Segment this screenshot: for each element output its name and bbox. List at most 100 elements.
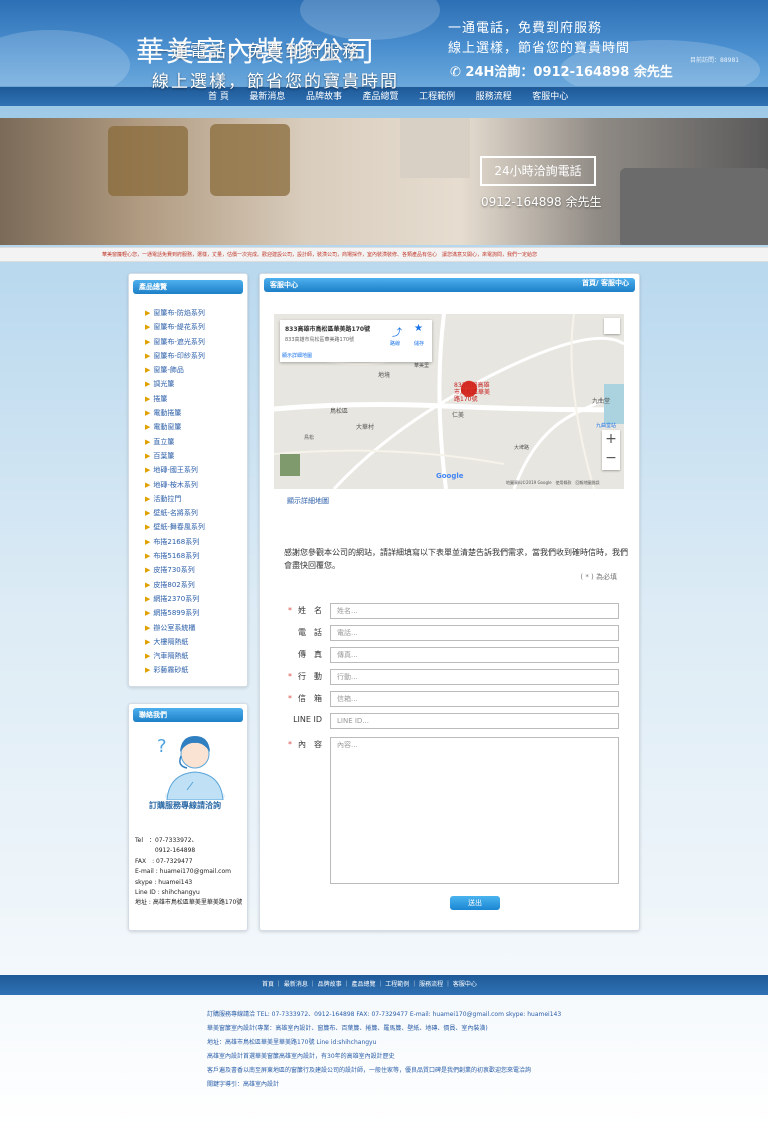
- product-category-item[interactable]: ▶ 窗簾布-印紗系列: [145, 349, 205, 363]
- product-category-label[interactable]: 百葉簾: [153, 452, 174, 460]
- product-category-label[interactable]: 窗簾布-印紗系列: [153, 352, 205, 360]
- save-label[interactable]: 儲存: [414, 340, 424, 347]
- product-category-item[interactable]: ▶ 窗簾布-緹花系列: [145, 320, 205, 334]
- product-category-item[interactable]: ▶ 捲簾: [145, 392, 205, 406]
- triangle-bullet-icon: ▶: [145, 609, 151, 618]
- product-category-label[interactable]: 布捲5168系列: [153, 552, 199, 560]
- google-map[interactable]: 833高雄市鳥松區華美路170號 833高雄市鳥松區華美路170號 ⤴ 路線 ★…: [274, 314, 624, 489]
- nav-projects[interactable]: 工程範例: [419, 87, 455, 107]
- product-category-label[interactable]: 大樓隔熱紙: [153, 638, 188, 646]
- product-category-label[interactable]: 地磚-桉木系列: [153, 481, 198, 489]
- product-category-item[interactable]: ▶ 窗簾布-遮光系列: [145, 335, 205, 349]
- product-category-item[interactable]: ▶ 地磚-桉木系列: [145, 478, 205, 492]
- triangle-bullet-icon: ▶: [145, 594, 151, 603]
- footer-nav-links[interactable]: 首頁 ｜ 最新消息 ｜ 品牌故事 ｜ 產品總覽 ｜ 工程範例 ｜ 服務流程 ｜ …: [262, 975, 477, 995]
- product-category-item[interactable]: ▶ 電動捲簾: [145, 406, 205, 420]
- product-category-label[interactable]: 皮捲730系列: [153, 566, 194, 574]
- product-category-label[interactable]: 窗簾布-緹花系列: [153, 323, 205, 331]
- zoom-in-icon[interactable]: +: [602, 430, 620, 449]
- line-id-input[interactable]: LINE ID...: [330, 713, 619, 729]
- fullscreen-icon[interactable]: [604, 318, 620, 334]
- product-category-label[interactable]: 汽車隔熱紙: [153, 652, 188, 660]
- phone-input[interactable]: 電話...: [330, 625, 619, 641]
- name-input[interactable]: 姓名...: [330, 603, 619, 619]
- banner-cabinet: [400, 118, 470, 178]
- product-category-item[interactable]: ▶ 網捲2370系列: [145, 592, 205, 606]
- header-slogan-1: 一通電話，免費到府服務: [448, 21, 603, 36]
- fax-input[interactable]: 傳真...: [330, 647, 619, 663]
- product-category-label[interactable]: 壁紙-名將系列: [153, 509, 198, 517]
- mobile-input[interactable]: 行動...: [330, 669, 619, 685]
- product-category-item[interactable]: ▶ 皮捲730系列: [145, 563, 205, 577]
- product-category-label[interactable]: 電動窗簾: [153, 423, 181, 431]
- product-category-label[interactable]: 辦公室系統櫃: [153, 624, 195, 632]
- fax-label-text: 傳 真: [298, 650, 322, 659]
- google-logo: Google: [436, 472, 464, 480]
- directions-label[interactable]: 路線: [390, 340, 400, 347]
- product-category-item[interactable]: ▶ 電動窗簾: [145, 420, 205, 434]
- product-category-label[interactable]: 活動拉門: [153, 495, 181, 503]
- product-category-label[interactable]: 捲簾: [153, 395, 167, 403]
- product-category-label[interactable]: 窗簾布-防焰系列: [153, 309, 205, 317]
- required-asterisk: *: [288, 606, 292, 615]
- triangle-bullet-icon: ▶: [145, 552, 151, 561]
- product-category-item[interactable]: ▶ 辦公室系統櫃: [145, 621, 205, 635]
- product-category-item[interactable]: ▶ 調光簾: [145, 377, 205, 391]
- breadcrumb[interactable]: 首頁/ 客服中心: [582, 276, 629, 290]
- banner-tagline-1: 一通電話，免費到府服務: [152, 42, 361, 62]
- zoom-control[interactable]: + −: [602, 430, 620, 470]
- product-category-label[interactable]: 壁紙-舞春風系列: [153, 523, 205, 531]
- larger-map-link[interactable]: 顯示詳細地圖: [282, 352, 312, 359]
- map-label: 鳥松: [304, 435, 315, 441]
- product-category-label[interactable]: 布捲2168系列: [153, 538, 199, 546]
- product-category-item[interactable]: ▶ 百葉簾: [145, 449, 205, 463]
- contact-info: Tel ：07-7333972、 0912-164898 FAX : 07-732…: [135, 836, 242, 909]
- triangle-bullet-icon: ▶: [145, 623, 151, 632]
- product-category-label[interactable]: 直立簾: [153, 438, 174, 446]
- product-category-label[interactable]: 窗簾-飾品: [153, 366, 184, 374]
- triangle-bullet-icon: ▶: [145, 451, 151, 460]
- product-category-item[interactable]: ▶ 大樓隔熱紙: [145, 635, 205, 649]
- save-star-icon[interactable]: ★: [414, 323, 423, 334]
- map-copyright[interactable]: 地圖資料©2019 Google 使用條款 回報地圖錯誤: [506, 480, 600, 486]
- service-center-title: 客服中心: [264, 278, 635, 292]
- product-category-label[interactable]: 電動捲簾: [153, 409, 181, 417]
- product-category-label[interactable]: 皮捲802系列: [153, 581, 194, 589]
- email-input[interactable]: 信箱...: [330, 691, 619, 707]
- directions-icon[interactable]: ⤴: [392, 324, 402, 339]
- product-category-label[interactable]: 彩藝霧砂紙: [153, 666, 188, 674]
- product-category-label[interactable]: 地磚-國王系列: [153, 466, 198, 474]
- triangle-bullet-icon: ▶: [145, 494, 151, 503]
- content-input[interactable]: 內容...: [330, 737, 619, 884]
- mobile-label-text: 行 動: [298, 672, 322, 681]
- product-category-item[interactable]: ▶ 彩藝霧砂紙: [145, 663, 205, 677]
- submit-button[interactable]: 送出: [450, 896, 500, 910]
- product-category-item[interactable]: ▶ 皮捲802系列: [145, 578, 205, 592]
- line-id-label: LINE ID: [276, 715, 322, 724]
- product-category-label[interactable]: 調光簾: [153, 380, 174, 388]
- nav-process[interactable]: 服務流程: [476, 87, 512, 107]
- product-category-item[interactable]: ▶ 窗簾布-防焰系列: [145, 306, 205, 320]
- nav-service[interactable]: 客服中心: [532, 87, 568, 107]
- product-category-item[interactable]: ▶ 活動拉門: [145, 492, 205, 506]
- product-category-label[interactable]: 窗簾布-遮光系列: [153, 338, 205, 346]
- product-category-item[interactable]: ▶ 壁紙-名將系列: [145, 506, 205, 520]
- product-category-item[interactable]: ▶ 直立簾: [145, 435, 205, 449]
- triangle-bullet-icon: ▶: [145, 509, 151, 518]
- show-detail-map-link[interactable]: 顯示詳細地圖: [287, 496, 329, 506]
- product-category-item[interactable]: ▶ 網捲5899系列: [145, 606, 205, 620]
- contact-panel: 聯絡我們 ? 訂購服務專線請洽詢 Tel ：07-7333972、 0912-1…: [128, 703, 248, 931]
- visit-counter: 目前訪問：88981: [690, 57, 740, 64]
- contact-info-line: 地址 : 高雄市鳥松區華美里華美路170號: [135, 899, 243, 907]
- zoom-out-icon[interactable]: −: [602, 449, 620, 468]
- product-category-item[interactable]: ▶ 布捲2168系列: [145, 535, 205, 549]
- product-category-item[interactable]: ▶ 汽車隔熱紙: [145, 649, 205, 663]
- product-category-label[interactable]: 網捲2370系列: [153, 595, 199, 603]
- product-category-item[interactable]: ▶ 布捲5168系列: [145, 549, 205, 563]
- map-label: 鳥松區: [330, 408, 349, 415]
- map-label: 九曲堂: [592, 398, 611, 405]
- product-category-item[interactable]: ▶ 壁紙-舞春風系列: [145, 520, 205, 534]
- product-category-label[interactable]: 網捲5899系列: [153, 609, 199, 617]
- product-category-item[interactable]: ▶ 窗簾-飾品: [145, 363, 205, 377]
- product-category-item[interactable]: ▶ 地磚-國王系列: [145, 463, 205, 477]
